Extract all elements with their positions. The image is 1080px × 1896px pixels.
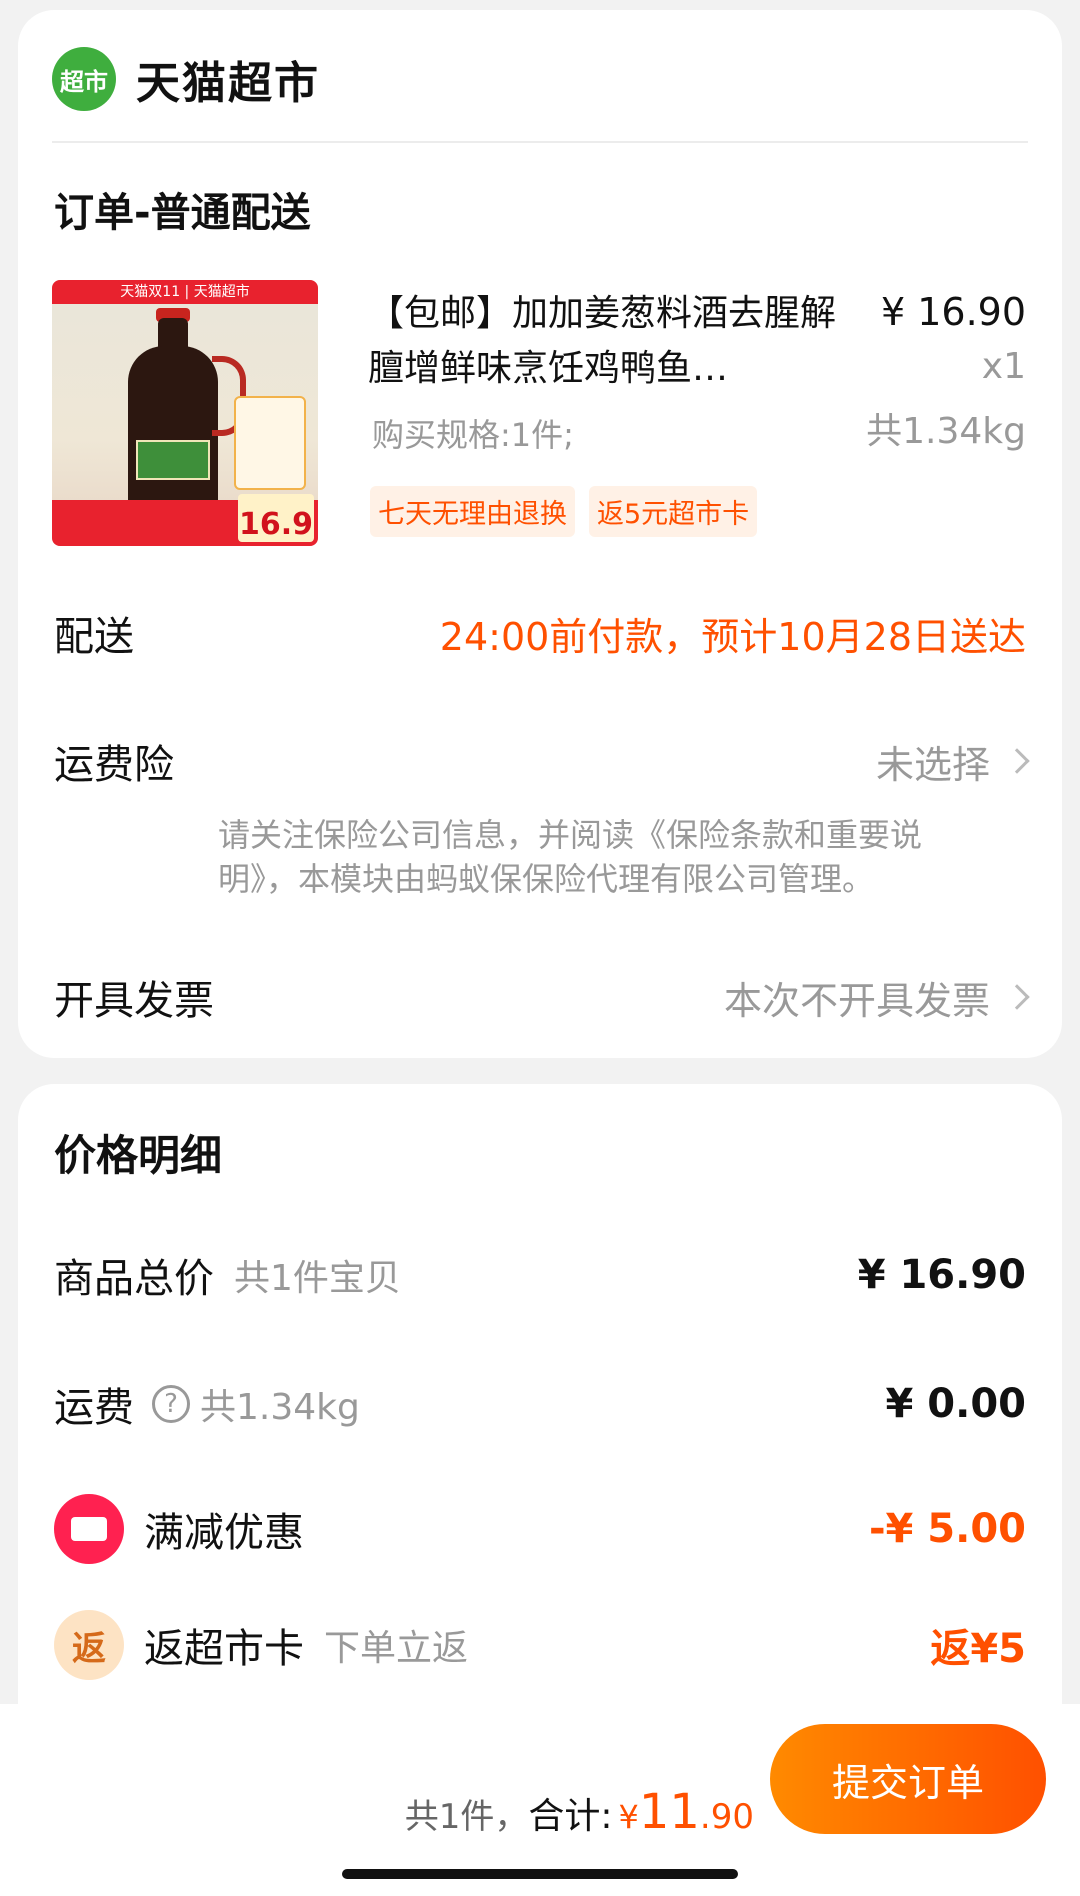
product-image-banner: 天猫双11 | 天猫超市 bbox=[52, 280, 318, 304]
tag-supermarket-card: 返5元超市卡 bbox=[589, 486, 758, 537]
return-card-value: 返¥5 bbox=[930, 1626, 1026, 1672]
invoice-row[interactable]: 开具发票 本次不开具发票 bbox=[54, 968, 1030, 1026]
tag-seven-day-return: 七天无理由退换 bbox=[370, 486, 575, 537]
invoice-label: 开具发票 bbox=[54, 978, 214, 1024]
order-card: 超市 天猫超市 订单-普通配送 天猫双11 | 天猫超市 16.9 【包邮】加加… bbox=[18, 10, 1062, 1058]
delivery-label: 配送 bbox=[54, 614, 134, 660]
goods-total-row: 商品总价 共1件宝贝 ¥ 16.90 bbox=[54, 1246, 1026, 1304]
help-icon[interactable]: ? bbox=[152, 1385, 190, 1423]
shipping-insurance-row[interactable]: 运费险 未选择 bbox=[54, 732, 1030, 790]
price-detail-card: 价格明细 商品总价 共1件宝贝 ¥ 16.90 运费 ? 共1.34kg ¥ 0… bbox=[18, 1084, 1062, 1724]
discount-row: 满减优惠 -¥ 5.00 bbox=[54, 1494, 1026, 1564]
total-label: 合计: bbox=[528, 1796, 613, 1837]
promo-card-shape bbox=[234, 396, 306, 490]
insurance-note: 请关注保险公司信息，并阅读《保险条款和重要说明》，本模块由蚂蚁保保险代理有限公司… bbox=[218, 816, 923, 898]
divider bbox=[52, 141, 1028, 143]
product-image-price: 16.9 bbox=[238, 494, 314, 542]
product-weight: 共1.34kg bbox=[866, 411, 1026, 452]
product-title[interactable]: 【包邮】加加姜葱料酒去腥解膻增鲜味烹饪鸡鸭鱼… bbox=[368, 286, 868, 396]
invoice-value[interactable]: 本次不开具发票 bbox=[723, 970, 1030, 1025]
shipping-fee-value: ¥ 0.00 bbox=[885, 1381, 1026, 1427]
goods-total-label: 商品总价 bbox=[54, 1256, 214, 1302]
goods-total-value: ¥ 16.90 bbox=[857, 1252, 1026, 1298]
invoice-status: 本次不开具发票 bbox=[723, 978, 990, 1023]
store-name: 天猫超市 bbox=[136, 58, 320, 109]
bottle-label-shape bbox=[136, 440, 210, 480]
store-header[interactable]: 超市 天猫超市 bbox=[52, 44, 320, 114]
shipping-fee-row: 运费 ? 共1.34kg ¥ 0.00 bbox=[54, 1375, 1026, 1433]
return-card-sub: 下单立返 bbox=[324, 1628, 469, 1669]
return-card-row: 返 返超市卡 下单立返 返¥5 bbox=[54, 1610, 1026, 1680]
goods-total-count: 共1件宝贝 bbox=[234, 1258, 401, 1299]
home-indicator[interactable] bbox=[342, 1869, 738, 1879]
chevron-right-icon bbox=[1004, 984, 1030, 1010]
delivery-estimate: 24:00前付款，预计10月28日送达 bbox=[439, 614, 1026, 659]
product-image[interactable]: 天猫双11 | 天猫超市 16.9 bbox=[52, 280, 318, 546]
order-type-title: 订单-普通配送 bbox=[54, 190, 311, 236]
coupon-icon bbox=[54, 1494, 124, 1564]
chevron-right-icon bbox=[1004, 748, 1030, 774]
tmall-supermarket-logo: 超市 bbox=[52, 47, 116, 111]
discount-value: -¥ 5.00 bbox=[868, 1506, 1026, 1552]
service-tags: 七天无理由退换 返5元超市卡 bbox=[370, 486, 758, 537]
product-quantity: x1 bbox=[981, 346, 1026, 387]
bottle-body-shape bbox=[128, 346, 218, 526]
delivery-row: 配送 24:00前付款，预计10月28日送达 bbox=[54, 604, 1026, 662]
item-count: 共1件， bbox=[404, 1797, 529, 1837]
shipping-insurance-status: 未选择 bbox=[875, 742, 990, 787]
shipping-insurance-label: 运费险 bbox=[54, 742, 174, 788]
return-card-label: 返超市卡 bbox=[144, 1626, 304, 1672]
product-price: ¥ 16.90 bbox=[880, 290, 1026, 334]
product-spec: 购买规格:1件; bbox=[372, 416, 574, 454]
shipping-weight: 共1.34kg bbox=[200, 1387, 360, 1428]
currency-symbol: ¥ bbox=[618, 1798, 639, 1836]
shipping-fee-label: 运费 bbox=[54, 1385, 134, 1431]
discount-label: 满减优惠 bbox=[144, 1510, 304, 1556]
shipping-insurance-value[interactable]: 未选择 bbox=[875, 734, 1030, 789]
price-detail-title: 价格明细 bbox=[54, 1131, 223, 1180]
order-summary: 共1件， 合计: ¥ 11 .90 bbox=[405, 1784, 754, 1840]
submit-order-button[interactable]: 提交订单 bbox=[770, 1724, 1046, 1834]
return-badge-icon: 返 bbox=[54, 1610, 124, 1680]
checkout-bar: 共1件， 合计: ¥ 11 .90 提交订单 bbox=[0, 1704, 1080, 1896]
total-integer: 11 bbox=[638, 1784, 700, 1840]
total-decimal: .90 bbox=[699, 1797, 754, 1837]
